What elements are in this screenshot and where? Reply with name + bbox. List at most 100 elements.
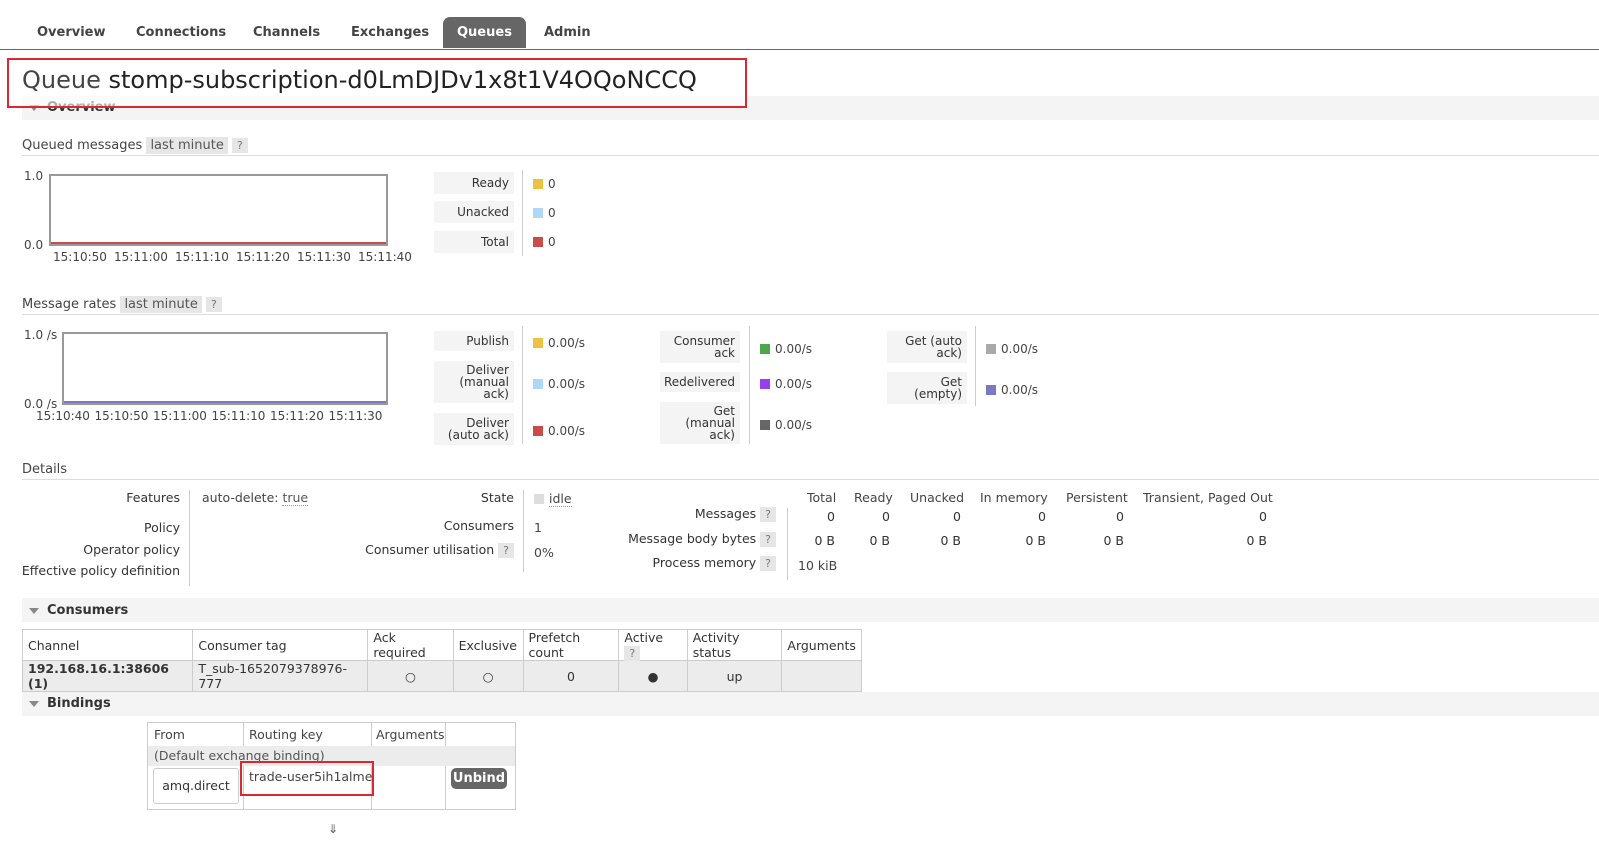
consumers-label: Consumers [443,518,514,533]
messages-transient: 0 [1259,509,1267,524]
tab-admin[interactable]: Admin [544,17,591,48]
rate-consumer-ack-value: 0.00/s [760,342,812,356]
state-idle-icon [534,494,544,504]
features-value: auto-delete: true [202,490,309,506]
stats-header-in-memory: In memory [980,490,1048,505]
rate-get-empty-label: Get (empty) [887,372,967,404]
tab-channels[interactable]: Channels [253,17,320,48]
tab-overview[interactable]: Overview [37,17,106,48]
rate-get-manual-text: Get (manual ack) [685,404,735,442]
unbind-button[interactable]: Unbind [451,768,507,789]
divider [445,766,446,809]
help-icon[interactable]: ? [232,138,248,153]
messages-ready: 0 [882,509,890,524]
messages-label: Messages ? [694,506,776,522]
message-rates-x-tick-label: 15:10:40 [36,409,90,423]
bytes-transient: 0 B [1246,533,1267,548]
help-icon[interactable]: ? [760,532,776,547]
queued-messages-heading: Queued messages last minute ? [22,137,248,154]
help-icon[interactable]: ? [760,556,776,571]
message-rates-range[interactable]: last minute [120,296,202,313]
stats-header-total: Total [807,490,837,505]
process-memory-label: Process memory ? [652,555,776,571]
page-title: Queue stomp-subscription-d0LmDJDv1x8t1V4… [22,66,697,94]
queued-messages-x-tick-label: 15:11:10 [175,250,229,264]
get-auto-value: 0.00/s [1001,342,1039,356]
col-activity-status: Activity status [686,629,783,661]
rate-get-empty-value: 0.00/s [986,383,1038,397]
tab-exchanges[interactable]: Exchanges [351,17,429,48]
rate-deliver-manual-text: Deliver (manual ack) [459,363,509,401]
publish-value: 0.00/s [548,336,586,350]
bindings-section-toggle[interactable]: Bindings [29,696,111,711]
queued-messages-title: Queued messages [22,138,143,153]
publish-swatch-icon [533,338,543,348]
chart-y-max: 1.0 /s [24,328,58,342]
queued-messages-range[interactable]: last minute [146,137,228,154]
consumer-channel-link[interactable]: 192.168.16.1:38606 (1) [21,660,194,692]
ready-swatch-icon [533,179,543,189]
col-active: Active ? [618,629,688,661]
binding-from-exchange-link[interactable]: amq.direct [153,768,239,804]
rate-deliver-auto-label: Deliver (auto ack) [434,413,514,445]
bytes-ready: 0 B [869,533,890,548]
consumers-section-bar[interactable] [22,598,1599,622]
deliver-auto-swatch-icon [533,426,543,436]
tab-connections[interactable]: Connections [136,17,226,48]
col-arguments: Arguments [781,629,862,661]
help-icon[interactable]: ? [760,507,776,522]
help-icon[interactable]: ? [624,646,641,661]
help-icon[interactable]: ? [206,297,222,312]
chart-series-line [51,242,386,244]
consumers-section-toggle[interactable]: Consumers [29,603,128,618]
routing-key-highlight-box [240,761,374,796]
consumer-arguments [781,660,862,692]
utilisation-value: 0% [534,545,554,560]
message-rates-x-tick-label: 15:11:00 [153,409,207,423]
consumer-ack-required: ○ [367,660,454,692]
stats-header-ready: Ready [854,490,893,505]
bindings-section-bar[interactable] [22,692,1599,716]
deliver-manual-swatch-icon [533,379,543,389]
col-prefetch-count: Prefetch count [522,629,620,661]
state-label: State [480,490,514,505]
rate-deliver-manual-value: 0.00/s [533,377,585,391]
queued-messages-chart [49,174,388,246]
message-rates-chart [62,332,388,405]
rate-consumer-ack-text: Consumer ack [673,334,735,360]
get-empty-swatch-icon [986,385,996,395]
deliver-manual-value: 0.00/s [548,377,586,391]
operator-policy-label: Operator policy [83,542,180,557]
consumer-ack-value: 0.00/s [775,342,813,356]
divider [522,170,523,256]
get-manual-value: 0.00/s [775,418,813,432]
messages-text: Messages [694,506,757,521]
effective-policy-label: Effective policy definition [21,563,180,578]
consumer-activity-status: up [686,660,783,692]
rate-get-auto-text: Get (auto ack) [905,334,962,360]
messages-in-memory: 0 [1038,509,1046,524]
process-memory-text: Process memory [652,555,757,570]
rate-get-manual-value: 0.00/s [760,418,812,432]
stats-header-transient: Transient, Paged Out [1143,490,1273,505]
rate-redelivered-value: 0.00/s [760,377,812,391]
rate-get-manual-label: Get (manual ack) [660,402,740,444]
help-icon[interactable]: ? [498,543,514,558]
rate-get-auto-label: Get (auto ack) [887,331,967,363]
get-auto-swatch-icon [986,344,996,354]
bytes-total: 0 B [814,533,835,548]
get-manual-swatch-icon [760,420,770,430]
total-value: 0 [548,235,556,249]
main-nav: Overview Connections Channels Exchanges … [0,0,1599,50]
consumers-table: Channel Consumer tag Ack required Exclus… [21,629,862,692]
process-memory-value: 10 kiB [798,558,838,573]
legend-total-label: Total [434,231,514,253]
bindings-col-arguments: Arguments [376,727,445,742]
divider [189,490,190,586]
ready-value: 0 [548,177,556,191]
consumers-header-row: Channel Consumer tag Ack required Exclus… [21,629,862,661]
scroll-more-icon: ⇓ [328,822,339,836]
tab-queues[interactable]: Queues [443,17,526,48]
message-rates-title: Message rates [22,297,117,312]
queued-messages-x-tick-label: 15:11:40 [358,250,412,264]
